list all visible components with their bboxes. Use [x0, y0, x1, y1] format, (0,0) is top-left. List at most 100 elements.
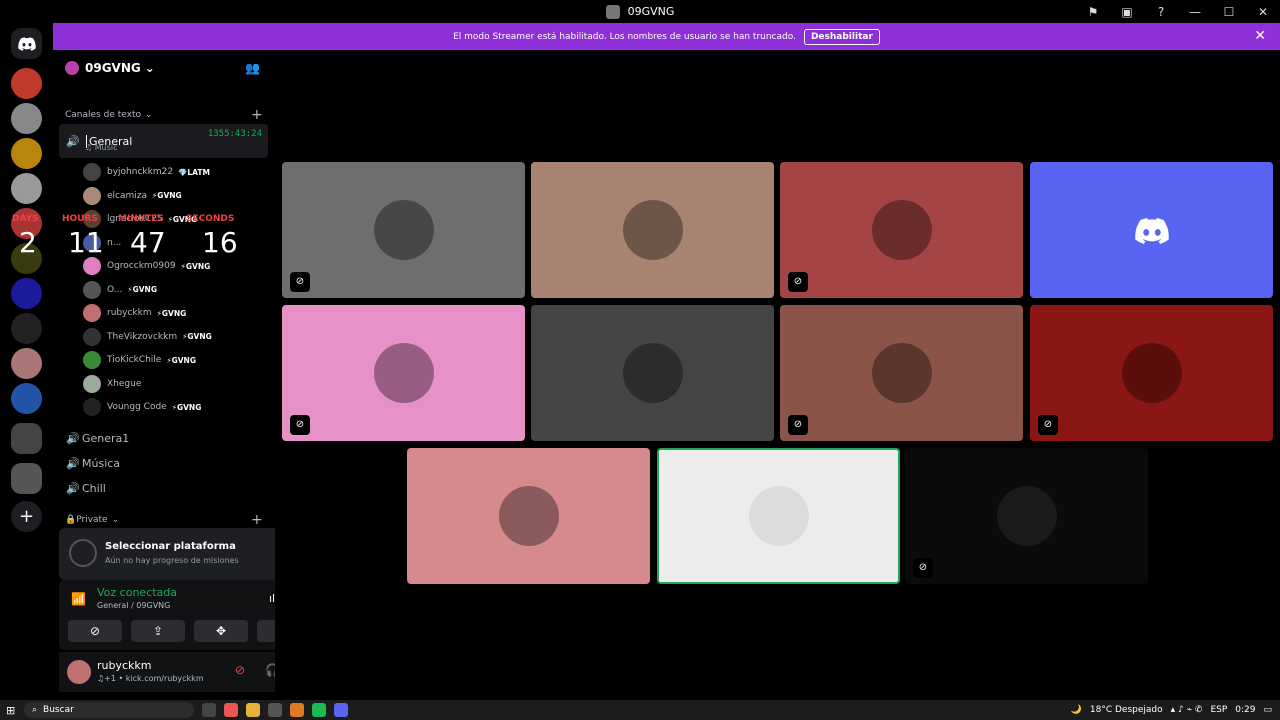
- camera-off-button[interactable]: ⊘: [68, 620, 122, 642]
- server-icon[interactable]: [11, 103, 42, 134]
- taskview-icon[interactable]: [202, 703, 216, 717]
- video-tile[interactable]: ⊘: [780, 162, 1023, 298]
- add-channel-icon[interactable]: +: [251, 107, 263, 123]
- voice-user[interactable]: Voungg Code ⚡GVNG: [83, 396, 269, 418]
- notification-icon[interactable]: ▭: [1263, 705, 1272, 715]
- avatar: [83, 210, 101, 228]
- server-icon[interactable]: [11, 173, 42, 204]
- server-icon[interactable]: [11, 68, 42, 99]
- avatar: [83, 257, 101, 275]
- app-icon[interactable]: [290, 703, 304, 717]
- help-icon[interactable]: ?: [1144, 5, 1178, 19]
- maximize-button[interactable]: ☐: [1212, 5, 1246, 19]
- server-icon[interactable]: [11, 138, 42, 169]
- weather-text[interactable]: 18°C Despejado: [1090, 705, 1163, 715]
- avatar[interactable]: [67, 660, 91, 684]
- voice-user-name: TheVikzovckkm: [107, 331, 178, 342]
- streamer-mode-banner: El modo Streamer está habilitado. Los no…: [53, 23, 1280, 50]
- app-icon[interactable]: [268, 703, 282, 717]
- disable-streamer-button[interactable]: Deshabilitar: [803, 28, 880, 45]
- voice-user[interactable]: elcamiza ⚡GVNG: [83, 185, 269, 207]
- voice-user-name: Xhegue: [107, 378, 142, 389]
- category-private[interactable]: 🔒 Private ⌄ +: [65, 512, 263, 528]
- server-icon[interactable]: [11, 243, 42, 274]
- screen-share-button[interactable]: ⇪: [131, 620, 185, 642]
- voice-user[interactable]: rubyckkm ⚡GVNG: [83, 302, 269, 324]
- video-tile[interactable]: [531, 162, 774, 298]
- video-tile[interactable]: [407, 448, 650, 584]
- video-tile[interactable]: ⊘: [282, 162, 525, 298]
- discord-logo-icon: [1134, 218, 1170, 248]
- voice-user[interactable]: Ogrocckm0909 ⚡GVNG: [83, 255, 269, 277]
- platform-subtitle: Aún no hay progreso de misiones: [105, 556, 239, 565]
- app-icon: [605, 4, 620, 19]
- close-window-button[interactable]: ✕: [1246, 5, 1280, 19]
- avatar: [83, 304, 101, 322]
- inbox-icon[interactable]: ⚑: [1076, 5, 1110, 19]
- folder-icon[interactable]: [246, 703, 260, 717]
- start-icon[interactable]: ⊞: [6, 704, 15, 717]
- avatar: [1121, 343, 1182, 403]
- voice-user[interactable]: O... ⚡GVNG: [83, 279, 269, 301]
- add-server-icon[interactable]: +: [11, 501, 42, 532]
- speaker-icon: 🔊: [66, 456, 80, 470]
- video-tile[interactable]: ⊘: [1030, 305, 1273, 441]
- signal-icon: 📶: [71, 592, 86, 606]
- server-icon[interactable]: [11, 383, 42, 414]
- invite-icon[interactable]: 👥: [245, 61, 260, 75]
- voice-status: Voz conectada: [97, 586, 178, 599]
- clock[interactable]: 0:29: [1235, 705, 1255, 715]
- chevron-down-icon: ⌄: [111, 515, 120, 525]
- video-tile[interactable]: [657, 448, 900, 584]
- language-indicator[interactable]: ESP: [1210, 705, 1227, 715]
- voice-user-name: Ogrocckm0909: [107, 261, 176, 271]
- discord-icon[interactable]: [334, 703, 348, 717]
- brave-icon[interactable]: [224, 703, 238, 717]
- mic-muted-icon: ⊘: [788, 272, 808, 292]
- voice-user[interactable]: TheVikzovckkm ⚡GVNG: [83, 326, 269, 348]
- voice-user[interactable]: TioKickChile ⚡GVNG: [83, 349, 269, 371]
- voice-channel[interactable]: 🔊 Chill: [59, 473, 268, 503]
- voice-user-name: Voungg Code: [107, 402, 167, 412]
- voice-user[interactable]: n...: [83, 232, 269, 254]
- server-folder[interactable]: [11, 463, 42, 494]
- add-channel-icon[interactable]: +: [251, 512, 263, 528]
- voice-user[interactable]: Xhegue: [83, 373, 269, 395]
- mic-muted-icon[interactable]: ⊘: [235, 663, 245, 677]
- video-tile[interactable]: ⊘: [282, 305, 525, 441]
- tray-icons[interactable]: ▴ ♪ ⌁ ✆: [1171, 705, 1203, 715]
- voice-location[interactable]: General / 09GVNG: [97, 601, 170, 610]
- minimize-button[interactable]: —: [1178, 5, 1212, 19]
- video-tile[interactable]: ⊘: [780, 305, 1023, 441]
- channel-name: Genera1: [82, 431, 130, 445]
- video-tile[interactable]: [1030, 162, 1273, 298]
- server-icon[interactable]: [11, 208, 42, 239]
- activities-button[interactable]: ✥: [194, 620, 248, 642]
- avatar: [83, 280, 101, 299]
- chevron-down-icon: ⌄: [144, 61, 155, 75]
- server-name: 09GVNG: [85, 61, 141, 75]
- spotify-icon[interactable]: [312, 703, 326, 717]
- server-icon[interactable]: [11, 348, 42, 379]
- screen-icon[interactable]: ▣: [1110, 5, 1144, 19]
- discord-home-icon[interactable]: [11, 28, 42, 59]
- taskbar-search[interactable]: ⌕ Buscar: [24, 702, 194, 718]
- server-header[interactable]: 09GVNG ⌄ 👥: [53, 50, 275, 86]
- voice-user[interactable]: byjohnckkm22 💎LATM: [83, 161, 269, 183]
- voice-channel-general[interactable]: 🔊 General ♫ Music 1355:43:24: [59, 124, 268, 158]
- category-label: Canales de texto: [65, 110, 141, 120]
- server-icon[interactable]: [11, 278, 42, 309]
- user-tag: 💎LATM: [178, 167, 210, 177]
- video-tile[interactable]: ⊘: [905, 448, 1148, 584]
- speaker-icon: 🔊: [66, 481, 80, 495]
- category-text[interactable]: Canales de texto ⌄ +: [65, 107, 263, 123]
- speaker-icon: 🔊: [66, 431, 80, 445]
- close-icon[interactable]: ✕: [1254, 28, 1266, 44]
- voice-user[interactable]: lgnacioKC25 ⚡GVNG: [83, 208, 269, 230]
- server-folder[interactable]: [11, 423, 42, 454]
- server-icon[interactable]: [11, 313, 42, 344]
- video-tile[interactable]: [531, 305, 774, 441]
- mic-muted-icon: ⊘: [788, 415, 808, 435]
- user-tag: ⚡GVNG: [166, 355, 196, 365]
- mic-muted-icon: ⊘: [913, 558, 933, 578]
